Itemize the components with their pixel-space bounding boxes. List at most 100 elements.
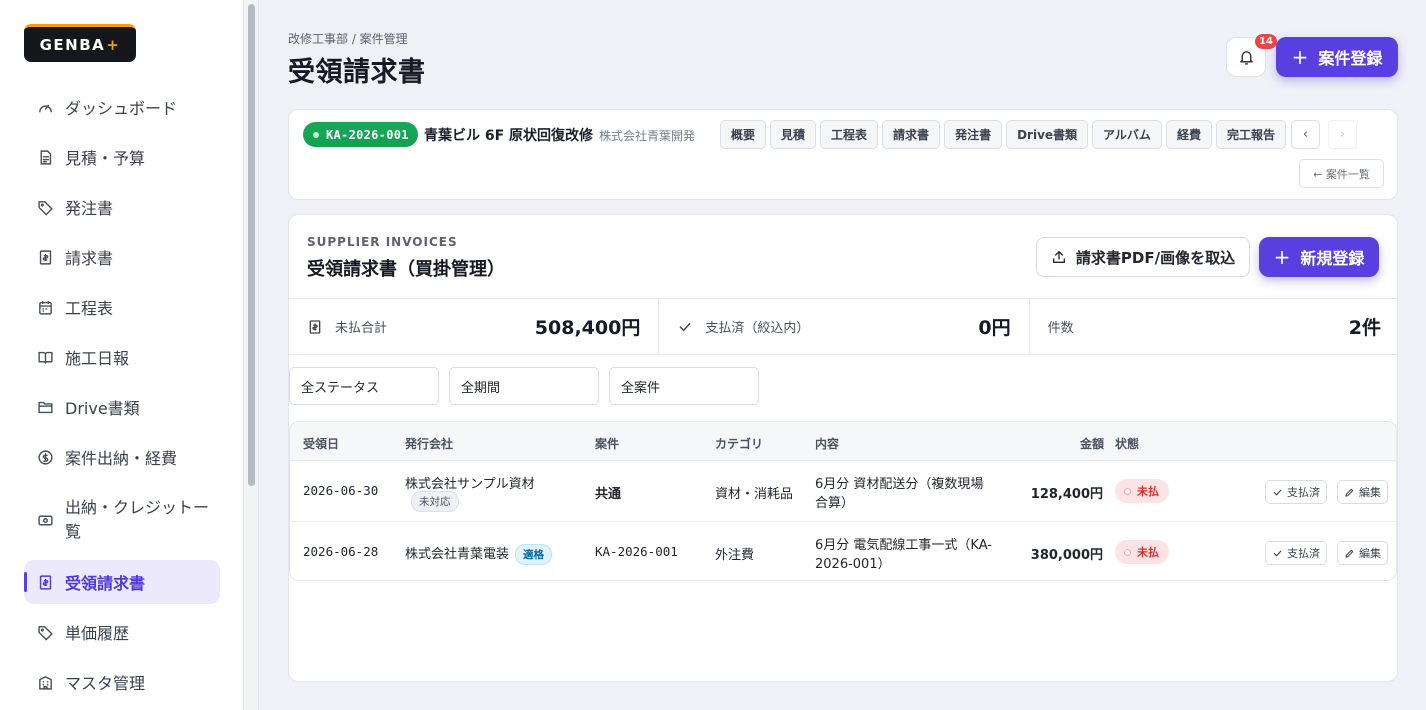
sidebar-item-received-invoices[interactable]: 受領請求書 [24,560,220,604]
row-content-line2: 合算） [815,496,855,511]
stat-paid: 支払済（絞込内） 0円 [659,299,1030,354]
new-invoice-button[interactable]: + 新規登録 [1259,237,1379,277]
sidebar-item-label: ダッシュボード [65,99,178,118]
book-icon [36,348,54,366]
sidebar-item-purchase-orders[interactable]: 発注書 [24,185,220,229]
row-category: 資材・消耗品 [715,487,794,502]
mark-paid-label: 支払済 [1287,486,1320,499]
sidebar-scrollbar-thumb[interactable] [248,4,255,486]
row-company-wrap: 株式会社青葉電装 適格 [405,543,553,565]
sidebar-item-label: 工程表 [65,299,114,318]
receipt-icon [36,248,54,266]
sidebar-item-estimates[interactable]: 見積・予算 [24,135,220,179]
column-header-content[interactable]: 内容 [815,435,839,452]
sidebar-item-unit-price-history[interactable]: 単価履歴 [24,610,220,654]
check-icon [1272,487,1283,498]
check-icon [677,319,693,335]
row-amount: 380,000円 [1030,548,1103,563]
pencil-icon [1344,548,1355,559]
stat-value: 2件 [1348,317,1381,339]
row-category: 外注費 [715,548,755,563]
tab-drive[interactable]: Drive書類 [1006,120,1089,149]
sidebar-item-cash-credit[interactable]: 出納・クレジットー覧 [24,492,220,548]
project-client: 株式会社青葉開発 [599,129,696,143]
stat-label: 件数 [1047,321,1074,336]
plus-icon: + [1273,245,1291,269]
project-tabs: 概要 見積 工程表 請求書 発注書 Drive書類 アルバム 経費 完工報告 [720,120,1286,149]
tab-overview[interactable]: 概要 [720,120,767,149]
table-row[interactable]: 2026-06-28 株式会社青葉電装 適格 KA-2026-001 外注費 6月… [290,522,1396,580]
edit-button[interactable]: 編集 [1337,541,1388,565]
chevron-right-icon: › [1339,127,1346,142]
company-badge: 未対応 [411,491,459,512]
sidebar-item-dashboard[interactable]: ダッシュボード [24,85,220,129]
cash-icon [36,511,54,529]
tab-album[interactable]: アルバム [1092,120,1162,149]
stat-value: 0円 [978,317,1011,339]
status-badge: 未払 [1115,479,1169,503]
mark-paid-button[interactable]: 支払済 [1265,541,1327,565]
project-filter-select[interactable]: 全案件 [609,367,759,405]
row-content-line2: 2026-001） [815,557,891,572]
import-invoice-button[interactable]: 請求書PDF/画像を取込 [1036,237,1250,277]
stat-value: 508,400円 [534,317,641,339]
project-code: KA-2026-001 [326,127,409,142]
sidebar-item-label: 出納・クレジットー覧 [65,496,209,544]
summary-stats: 未払合計 508,400円 支払済（絞込内） 0円 件数 2件 [289,298,1397,355]
status-badge: 未払 [1115,540,1169,564]
sidebar-scrollbar[interactable] [244,0,259,710]
sidebar-item-schedule[interactable]: 工程表 [24,285,220,329]
tabs-next-button[interactable]: › [1328,120,1357,149]
app-logo[interactable]: GENBA + [24,24,136,62]
sidebar-item-master[interactable]: マスタ管理 [24,660,220,704]
tab-estimate[interactable]: 見積 [770,120,817,149]
column-header-date[interactable]: 受領日 [303,435,339,452]
column-header-amount[interactable]: 金額 [1080,435,1104,452]
folder-icon [36,398,54,416]
building-icon [36,673,54,691]
sidebar-item-label: 受領請求書 [65,574,146,593]
breadcrumb: 改修工事部 / 案件管理 [288,32,408,46]
brand-plus: + [106,35,121,54]
project-code-badge: KA-2026-001 [303,122,418,147]
stat-label: 未払合計 [335,321,388,336]
tab-completion-report[interactable]: 完工報告 [1215,120,1286,149]
period-filter-select[interactable]: 全期間 [449,367,599,405]
status-dot-icon [1124,487,1131,495]
upload-icon [1051,249,1067,265]
column-header-status[interactable]: 状態 [1115,435,1139,452]
tab-invoices[interactable]: 請求書 [882,120,941,149]
tab-schedule[interactable]: 工程表 [820,120,879,149]
sidebar-item-invoices[interactable]: 請求書 [24,235,220,279]
tab-expenses[interactable]: 経費 [1165,120,1212,149]
row-content-line1: 6月分 資材配送分（複数現場 [815,477,984,492]
sidebar-item-label-line1: 出納・クレジットー [65,498,210,517]
column-header-company[interactable]: 発行会社 [405,435,453,452]
table-row[interactable]: 2026-06-30 株式会社サンプル資材 未対応 共通 資材・消耗品 6月分 … [290,461,1396,522]
company-badge: 適格 [515,544,553,565]
status-dot-icon [1124,548,1131,556]
tabs-prev-button[interactable]: ‹ [1291,120,1320,149]
column-header-project[interactable]: 案件 [595,435,619,452]
receipt-icon [307,319,323,335]
sidebar-item-label: 単価履歴 [65,624,130,643]
receipt-icon [36,573,54,591]
sidebar-item-daily-reports[interactable]: 施工日報 [24,335,220,379]
back-to-projects-button[interactable]: ← 案件一覧 [1299,159,1384,188]
page-title: 受領請求書 [288,57,426,88]
sidebar-item-project-cash[interactable]: 案件出納・経費 [24,435,220,479]
invoice-table: 受領日 発行会社 案件 カテゴリ 内容 金額 状態 2026-06-30 株式会… [289,421,1397,581]
sidebar-item-label: 見積・予算 [65,149,146,168]
mark-paid-button[interactable]: 支払済 [1265,480,1327,504]
tag-icon [36,198,54,216]
edit-button[interactable]: 編集 [1337,480,1388,504]
status-filter-select[interactable]: 全ステータス [289,367,439,405]
status-text: 未払 [1137,485,1159,498]
edit-label: 編集 [1359,547,1381,560]
register-project-button[interactable]: + 案件登録 [1276,37,1398,77]
tab-purchase-orders[interactable]: 発注書 [944,120,1003,149]
register-project-label: 案件登録 [1318,49,1383,68]
calendar-icon [36,298,54,316]
sidebar-item-drive[interactable]: Drive書類 [24,385,220,429]
column-header-category[interactable]: カテゴリ [715,435,763,452]
